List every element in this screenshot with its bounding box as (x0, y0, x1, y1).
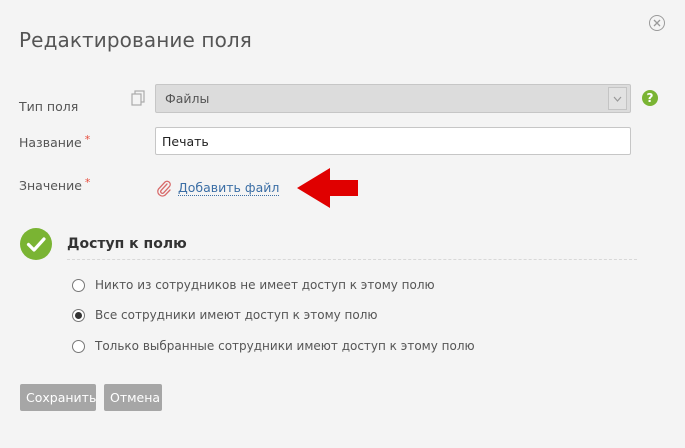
chevron-down-icon (613, 96, 622, 102)
access-option-selected[interactable]: Только выбранные сотрудники имеют доступ… (72, 339, 475, 353)
cancel-button[interactable]: Отмена (104, 384, 162, 411)
radio-label: Только выбранные сотрудники имеют доступ… (95, 339, 475, 353)
access-option-all[interactable]: Все сотрудники имеют доступ к этому полю (72, 308, 378, 322)
close-button[interactable] (649, 15, 665, 31)
radio-button-selected[interactable] (72, 308, 85, 322)
check-circle-icon (20, 228, 52, 260)
radio-button[interactable] (72, 339, 85, 353)
required-mark: * (84, 133, 91, 146)
access-section-title: Доступ к полю (67, 236, 187, 252)
save-button[interactable]: Сохранить (20, 384, 96, 411)
add-file-link[interactable]: Добавить файл (178, 181, 280, 196)
red-arrow-icon (297, 168, 358, 208)
name-label-text: Название (19, 135, 82, 150)
close-icon (653, 19, 661, 27)
value-label-text: Значение (19, 178, 82, 193)
paperclip-icon (157, 180, 171, 197)
field-type-select[interactable]: Файлы (155, 84, 631, 113)
radio-label: Все сотрудники имеют доступ к этому полю (95, 308, 378, 322)
access-option-none[interactable]: Никто из сотрудников не имеет доступ к э… (72, 278, 435, 292)
field-type-value: Файлы (165, 91, 210, 106)
help-icon[interactable]: ? (642, 90, 658, 106)
radio-button[interactable] (72, 278, 85, 292)
dialog-title: Редактирование поля (19, 28, 252, 52)
value-label: Значение * (19, 176, 91, 193)
required-mark: * (84, 176, 91, 189)
copy-icon (131, 90, 145, 106)
field-type-label: Тип поля (19, 99, 79, 114)
name-input[interactable] (155, 127, 631, 155)
section-divider (67, 259, 637, 260)
select-arrow-button[interactable] (608, 87, 627, 110)
radio-label: Никто из сотрудников не имеет доступ к э… (95, 278, 435, 292)
name-label: Название * (19, 133, 91, 150)
